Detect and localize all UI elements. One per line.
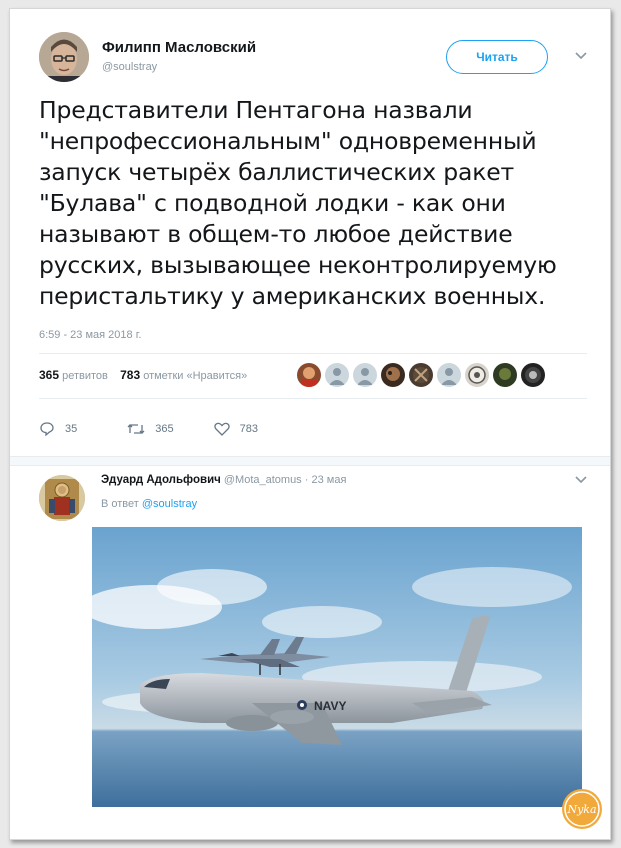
reply-icon[interactable]	[39, 421, 55, 437]
divider	[39, 398, 587, 399]
tweet-card: Филипп Масловский @soulstray Читать Пред…	[9, 8, 611, 840]
conversation-divider	[10, 456, 610, 466]
author-handle[interactable]: @soulstray	[102, 61, 157, 73]
chevron-down-icon[interactable]	[574, 51, 588, 61]
divider	[39, 353, 587, 354]
tweet-actions: 35 365 783	[39, 421, 294, 437]
liker-avatar[interactable]	[325, 363, 349, 387]
chevron-down-icon[interactable]	[574, 475, 588, 485]
likers-avatars	[297, 363, 545, 389]
heart-icon[interactable]	[213, 422, 230, 436]
navy-marking: NAVY	[314, 699, 346, 713]
author-avatar[interactable]	[39, 32, 89, 82]
author-name[interactable]: Филипп Масловский	[102, 39, 256, 56]
reply-author-handle[interactable]: @Mota_atomus	[224, 474, 302, 486]
retweet-icon[interactable]	[127, 422, 145, 436]
reply-to-line: В ответ @soulstray	[101, 498, 197, 510]
reply-photo[interactable]: NAVY	[92, 527, 582, 807]
reply-action[interactable]: 35	[39, 421, 77, 437]
retweet-action[interactable]: 365	[127, 422, 174, 436]
liker-avatar[interactable]	[465, 363, 489, 387]
tweet-text: Представители Пентагона назвали "непрофе…	[39, 96, 557, 310]
reply-author-avatar[interactable]	[39, 475, 85, 521]
reply-to-handle[interactable]: @soulstray	[142, 498, 197, 510]
reply-header: Эдуард Адольфович @Mota_atomus · 23 мая	[101, 474, 346, 486]
liker-avatar[interactable]	[381, 363, 405, 387]
like-action[interactable]: 783	[213, 422, 258, 436]
tweet-timestamp[interactable]: 6:59 - 23 мая 2018 г.	[39, 329, 141, 341]
watermark-text: Nyka	[566, 803, 596, 816]
liker-avatar[interactable]	[353, 363, 377, 387]
liker-avatar[interactable]	[409, 363, 433, 387]
liker-avatar[interactable]	[521, 363, 545, 387]
retweets-count[interactable]: 365	[39, 368, 59, 382]
liker-avatar[interactable]	[297, 363, 321, 387]
retweet-count: 365	[155, 423, 174, 435]
liker-avatar[interactable]	[437, 363, 461, 387]
follow-button[interactable]: Читать	[446, 40, 548, 74]
tweet-stats: 365 ретвитов 783 отметки «Нравится»	[39, 368, 247, 382]
reply-count: 35	[65, 423, 78, 435]
likes-count[interactable]: 783	[120, 368, 140, 382]
reply-to-label: В ответ	[101, 498, 139, 510]
like-count: 783	[239, 423, 258, 435]
reply-date[interactable]: · 23 мая	[305, 474, 347, 486]
retweets-label[interactable]: ретвитов	[62, 370, 108, 382]
reply-author-name[interactable]: Эдуард Адольфович	[101, 474, 221, 486]
likes-label[interactable]: отметки «Нравится»	[143, 370, 247, 382]
logo-icon: Nyka	[561, 788, 603, 830]
liker-avatar[interactable]	[493, 363, 517, 387]
